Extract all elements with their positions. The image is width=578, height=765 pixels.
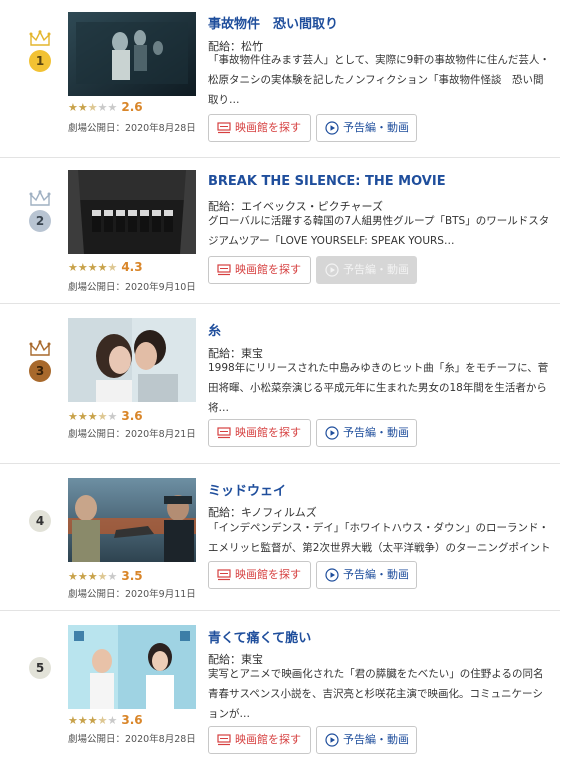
trailer-label: 予告編・動画 — [343, 568, 409, 581]
silver-crown-icon — [29, 190, 51, 206]
rating: ★★★★★ 2.6 — [68, 100, 143, 114]
movie-description: 実写とアニメで映画化された「君の膵臓をたべたい」の住野よるの同名青春サスペンス小… — [208, 668, 544, 720]
movie-item: 5 ★★★★★ 3.6 劇場公開日：2020年8月28日 青くて痛くて脆い 配給：… — [0, 611, 560, 765]
rating-score: 3.6 — [121, 713, 143, 727]
find-theater-label: 映画館を探す — [235, 263, 301, 276]
movie-item: 1 ★★★★★ 2.6 劇場公開日：2020年8月28日 事故物件 恐い間取り … — [0, 0, 560, 158]
rating: ★★★★★ 4.3 — [68, 260, 143, 274]
rank-badge: 3 — [29, 360, 51, 382]
rating: ★★★★★ 3.6 — [68, 409, 143, 423]
movie-description: 「事故物件住みます芸人」として、実際に9軒の事故物件に住んだ芸人・松原タニシの実… — [208, 54, 550, 106]
play-icon — [325, 121, 339, 135]
movie-poster[interactable] — [68, 318, 196, 402]
find-theater-button[interactable]: 映画館を探す — [208, 726, 311, 754]
find-theater-button[interactable]: 映画館を探す — [208, 561, 311, 589]
movie-description: 1998年にリリースされた中島みゆきのヒット曲「糸」をモチーフに、菅田将暉、小松… — [208, 362, 549, 414]
star-rating-icon: ★★★★★ — [68, 410, 118, 423]
star-rating-icon: ★★★★★ — [68, 101, 118, 114]
movie-title[interactable]: 糸 — [208, 320, 221, 339]
trailer-button[interactable]: 予告編・動画 — [316, 419, 417, 447]
movie-item: 2 ★★★★★ 4.3 劇場公開日：2020年9月10日 BREAK THE S… — [0, 158, 560, 304]
rating: ★★★★★ 3.5 — [68, 569, 143, 583]
movie-poster[interactable] — [68, 12, 196, 96]
trailer-button[interactable]: 予告編・動画 — [316, 114, 417, 142]
star-rating-icon: ★★★★★ — [68, 714, 118, 727]
movie-poster[interactable] — [68, 478, 196, 562]
rank-badge: 5 — [29, 657, 51, 679]
play-icon — [325, 733, 339, 747]
movie-poster[interactable] — [68, 170, 196, 254]
rating: ★★★★★ 3.6 — [68, 713, 143, 727]
movie-title[interactable]: ミッドウェイ — [208, 480, 286, 499]
find-theater-button[interactable]: 映画館を探す — [208, 419, 311, 447]
rating-score: 3.6 — [121, 409, 143, 423]
trailer-button[interactable]: 予告編・動画 — [316, 726, 417, 754]
star-rating-icon: ★★★★★ — [68, 570, 118, 583]
release-date: 劇場公開日：2020年8月28日 — [68, 734, 196, 745]
rating-score: 2.6 — [121, 100, 143, 114]
rank: 5 — [27, 655, 53, 679]
release-date: 劇場公開日：2020年8月21日 — [68, 429, 196, 440]
movie-title[interactable]: 青くて痛くて脆い — [208, 627, 311, 646]
find-theater-button[interactable]: 映画館を探す — [208, 114, 311, 142]
rank-badge: 2 — [29, 210, 51, 232]
movie-poster[interactable] — [68, 625, 196, 709]
movie-title[interactable]: 事故物件 恐い間取り — [208, 13, 338, 32]
rank: 4 — [27, 508, 53, 532]
play-icon — [325, 263, 339, 277]
play-icon — [325, 426, 339, 440]
find-theater-label: 映画館を探す — [235, 426, 301, 439]
play-icon — [325, 568, 339, 582]
trailer-label: 予告編・動画 — [343, 263, 409, 276]
theater-icon — [217, 734, 231, 746]
movie-description: グローバルに活躍する韓国の7人組男性グループ「BTS」のワールドスタジアムツアー… — [208, 215, 550, 247]
bronze-crown-icon — [29, 340, 51, 356]
rating-score: 4.3 — [121, 260, 143, 274]
find-theater-label: 映画館を探す — [235, 733, 301, 746]
trailer-label: 予告編・動画 — [343, 426, 409, 439]
rank: 1 — [27, 30, 53, 72]
theater-icon — [217, 264, 231, 276]
movie-description: 「インデペンデンス・デイ」「ホワイトハウス・ダウン」のローランド・エメリッヒ監督… — [208, 522, 551, 554]
find-theater-label: 映画館を探す — [235, 121, 301, 134]
rank-badge: 1 — [29, 50, 51, 72]
trailer-button[interactable]: 予告編・動画 — [316, 561, 417, 589]
theater-icon — [217, 569, 231, 581]
gold-crown-icon — [29, 30, 51, 46]
release-date: 劇場公開日：2020年9月11日 — [68, 589, 196, 600]
trailer-label: 予告編・動画 — [343, 733, 409, 746]
release-date: 劇場公開日：2020年8月28日 — [68, 123, 196, 134]
theater-icon — [217, 122, 231, 134]
movie-item: 4 ★★★★★ 3.5 劇場公開日：2020年9月11日 ミッドウェイ 配給：キ… — [0, 464, 560, 611]
trailer-label: 予告編・動画 — [343, 121, 409, 134]
rating-score: 3.5 — [121, 569, 143, 583]
trailer-button-disabled: 予告編・動画 — [316, 256, 417, 284]
find-theater-button[interactable]: 映画館を探す — [208, 256, 311, 284]
rank-badge: 4 — [29, 510, 51, 532]
rank: 2 — [27, 190, 53, 232]
release-date: 劇場公開日：2020年9月10日 — [68, 282, 196, 293]
theater-icon — [217, 427, 231, 439]
star-rating-icon: ★★★★★ — [68, 261, 118, 274]
movie-item: 3 ★★★★★ 3.6 劇場公開日：2020年8月21日 糸 配給：東宝 1998… — [0, 304, 560, 464]
rank: 3 — [27, 340, 53, 382]
find-theater-label: 映画館を探す — [235, 568, 301, 581]
movie-title[interactable]: BREAK THE SILENCE: THE MOVIE — [208, 174, 446, 189]
